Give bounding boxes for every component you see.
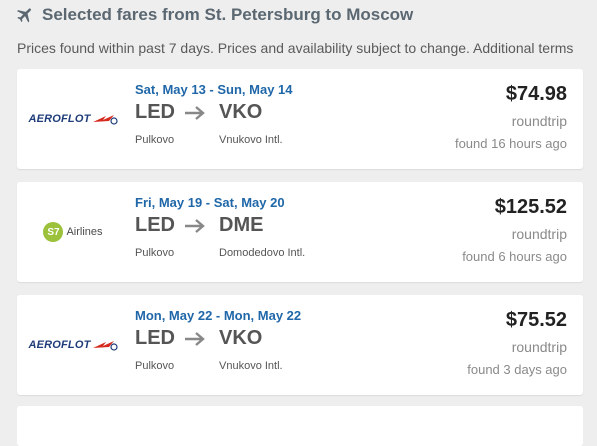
destination-code: VKO bbox=[219, 327, 263, 349]
travel-dates: Mon, May 22 - Mon, May 22 bbox=[135, 308, 302, 323]
fare-price[interactable]: $125.52 bbox=[495, 196, 567, 219]
disclaimer-text: Prices found within past 7 days. Prices … bbox=[17, 40, 574, 56]
airline-logo: AEROFLOT bbox=[17, 295, 129, 395]
aeroflot-logo: AEROFLOT bbox=[28, 339, 118, 351]
travel-dates: Fri, May 19 - Sat, May 20 bbox=[135, 195, 285, 210]
trip-type: roundtrip bbox=[511, 339, 567, 355]
results-header: Selected fares from St. Petersburg to Mo… bbox=[15, 4, 413, 26]
found-time: found 3 days ago bbox=[467, 362, 567, 377]
aeroflot-logo: AEROFLOT bbox=[28, 113, 118, 125]
origin-airport: Pulkovo bbox=[135, 247, 175, 259]
origin-code: LED bbox=[135, 327, 175, 349]
found-time: found 16 hours ago bbox=[454, 136, 567, 151]
fare-card[interactable]: AEROFLOT Mon, May 22 - Mon, May 22 LED V… bbox=[17, 295, 583, 395]
arrow-right-icon bbox=[185, 105, 205, 120]
origin-airport: Pulkovo bbox=[135, 134, 175, 146]
fare-price[interactable]: $74.98 bbox=[506, 83, 567, 106]
airline-logo: AEROFLOT bbox=[17, 69, 129, 169]
route: LED DME bbox=[135, 214, 263, 237]
travel-dates: Sat, May 13 - Sun, May 14 bbox=[135, 82, 293, 97]
fare-price[interactable]: $75.52 bbox=[506, 309, 567, 332]
trip-type: roundtrip bbox=[511, 226, 567, 242]
destination-airport: Domodedovo Intl. bbox=[219, 247, 306, 259]
fare-card-partial[interactable] bbox=[17, 406, 583, 446]
aeroflot-wings-icon bbox=[92, 115, 118, 125]
destination-code: VKO bbox=[219, 101, 263, 123]
origin-airport: Pulkovo bbox=[135, 360, 175, 372]
route: LED VKO bbox=[135, 327, 262, 350]
route: LED VKO bbox=[135, 101, 262, 124]
fare-card[interactable]: AEROFLOT Sat, May 13 - Sun, May 14 LED V… bbox=[17, 69, 583, 169]
found-time: found 6 hours ago bbox=[462, 249, 567, 264]
destination-airport: Vnukovo Intl. bbox=[219, 360, 283, 372]
origin-code: LED bbox=[135, 101, 175, 123]
destination-airport: Vnukovo Intl. bbox=[219, 134, 283, 146]
airplane-icon bbox=[17, 8, 31, 23]
arrow-right-icon bbox=[185, 331, 205, 346]
origin-code: LED bbox=[135, 214, 175, 236]
fare-card[interactable]: S7 Airlines Fri, May 19 - Sat, May 20 LE… bbox=[17, 182, 583, 282]
airline-logo: S7 Airlines bbox=[17, 182, 129, 282]
s7-logo: S7 Airlines bbox=[43, 222, 103, 242]
destination-code: DME bbox=[219, 214, 264, 236]
arrow-right-icon bbox=[185, 218, 205, 233]
trip-type: roundtrip bbox=[511, 113, 567, 129]
s7-badge: S7 bbox=[43, 222, 64, 242]
aeroflot-wings-icon bbox=[92, 341, 118, 351]
page-title: Selected fares from St. Petersburg to Mo… bbox=[42, 5, 414, 24]
